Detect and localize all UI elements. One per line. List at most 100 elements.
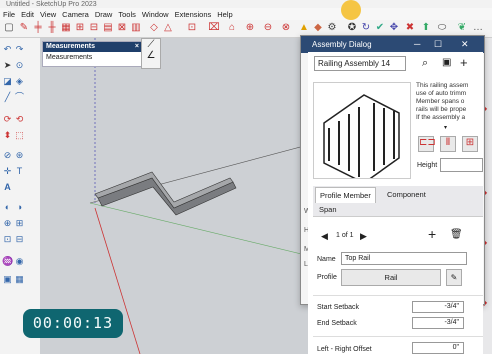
end-setback-input[interactable]: -3/4" — [412, 317, 464, 329]
floor-tool-icon[interactable]: ⊟ — [88, 22, 100, 34]
railing-tool-icon[interactable]: ⊞ — [74, 22, 86, 34]
height-input[interactable] — [440, 158, 483, 172]
compass-icon[interactable]: ✪ — [346, 22, 358, 34]
dialog-titlebar[interactable]: Assembly Dialog ─ ☐ ✕ — [301, 36, 484, 53]
assembly-name-field[interactable]: Railing Assembly 14 — [314, 56, 406, 71]
menu-draw[interactable]: Draw — [92, 10, 116, 19]
grid-tool-icon[interactable]: ⊠ — [116, 22, 128, 34]
start-setback-label: Start Setback — [317, 304, 360, 311]
tape-measure-icon[interactable]: ⊘ — [2, 150, 13, 161]
push-pull-icon[interactable]: ⬍ — [2, 130, 13, 141]
scroll-down-icon[interactable]: ▾ — [444, 124, 447, 131]
protractor-icon[interactable]: ⊛ — [14, 150, 25, 161]
rotate-icon[interactable]: ⟳ — [2, 114, 13, 125]
option-b-icon[interactable]: Ⅱ — [440, 136, 456, 152]
name-input[interactable]: Top Rail — [341, 252, 467, 265]
section-plane-icon[interactable]: ▣ — [2, 274, 13, 285]
section-tool-icon[interactable]: ⌧ — [208, 22, 220, 34]
wall-tool-icon[interactable]: ▦ — [60, 22, 72, 34]
tab-profile-member[interactable]: Profile Member — [315, 187, 376, 203]
measurements-panel: Measurements × Measurements — [42, 41, 143, 67]
start-setback-input[interactable]: -3/4" — [412, 301, 464, 313]
minimize-icon[interactable]: ─ — [414, 36, 420, 53]
option-a-icon[interactable]: ⊏⊐ — [418, 136, 436, 152]
zoom-window-icon[interactable]: ⊞ — [14, 218, 25, 229]
menu-file[interactable]: File — [0, 10, 18, 19]
menu-camera[interactable]: Camera — [59, 10, 92, 19]
pan-icon[interactable]: ✥ — [388, 22, 400, 34]
menu-window[interactable]: Window — [139, 10, 172, 19]
prev-page-icon[interactable]: ◀ — [321, 231, 328, 242]
toolbar-more-icon[interactable]: … — [472, 22, 484, 34]
delete-icon[interactable]: ✖ — [404, 22, 416, 34]
zoom-extents-icon[interactable]: ⊡ — [2, 234, 13, 245]
arc-icon[interactable]: ⌒ — [14, 92, 25, 103]
railing-model-top[interactable] — [94, 171, 234, 209]
edit-profile-icon[interactable]: ✎ — [446, 269, 462, 286]
option-c-icon[interactable]: ⊞ — [462, 136, 478, 152]
maximize-icon[interactable]: ☐ — [434, 36, 442, 53]
stair-tool-icon[interactable]: ▤ — [102, 22, 114, 34]
follow-me-icon[interactable]: ⟲ — [14, 114, 25, 125]
lasso-icon[interactable]: ⊙ — [14, 60, 25, 71]
materials-icon[interactable]: ◆ — [312, 22, 324, 34]
end-setback-label: End Setback — [317, 320, 357, 327]
walk-icon[interactable]: ♒ — [2, 256, 13, 267]
paint-bucket-icon[interactable]: ◈ — [14, 76, 25, 87]
orbit-icon[interactable]: ↻ — [360, 22, 372, 34]
tab-span[interactable]: Span — [315, 202, 341, 217]
tab-component[interactable]: Component — [383, 187, 430, 202]
window-close-icon[interactable]: ✕ — [461, 36, 469, 53]
previous-view-icon[interactable]: ⊟ — [14, 234, 25, 245]
frame-tool-icon[interactable]: ◇ — [148, 22, 160, 34]
beam-tool-icon[interactable]: ▥ — [130, 22, 142, 34]
add-icon[interactable]: + — [460, 55, 468, 70]
offset-icon[interactable]: ⬚ — [14, 130, 25, 141]
export-icon[interactable]: ⬆ — [420, 22, 432, 34]
trash-icon[interactable]: 🗑 — [450, 229, 463, 240]
search-icon[interactable]: ⌕ — [422, 57, 428, 70]
ruler-tool-icon[interactable]: ╪ — [32, 22, 44, 34]
leaf-icon[interactable]: ❦ — [456, 22, 468, 34]
menu-extensions[interactable]: Extensions — [172, 10, 215, 19]
menu-view[interactable]: View — [37, 10, 59, 19]
pencil-tool-icon[interactable]: ✎ — [18, 22, 30, 34]
measurements-label: Measurements — [46, 54, 93, 61]
hip-tool-icon[interactable]: ⊕ — [244, 22, 256, 34]
close-icon[interactable]: × — [135, 42, 139, 52]
warning-icon[interactable]: ▲ — [298, 22, 310, 34]
select-tool-icon[interactable]: ▢ — [3, 22, 15, 34]
redo-icon[interactable]: ↷ — [14, 44, 25, 55]
line-icon[interactable]: ╱ — [2, 92, 13, 103]
section-display-icon[interactable]: ▦ — [14, 274, 25, 285]
eraser-icon[interactable]: ◪ — [2, 76, 13, 87]
measure-icon[interactable]: ⟋ — [142, 39, 160, 50]
menu-tools[interactable]: Tools — [115, 10, 139, 19]
look-around-icon[interactable]: ◉ — [14, 256, 25, 267]
angle-icon[interactable]: ∠ — [142, 50, 160, 61]
truss-tool-icon[interactable]: △ — [162, 22, 174, 34]
menu-help[interactable]: Help — [214, 10, 235, 19]
pan-tool-icon[interactable]: ◑ — [14, 202, 25, 213]
next-page-icon[interactable]: ▶ — [360, 231, 367, 242]
toggle-icon[interactable]: ⬭ — [436, 22, 448, 34]
zoom-icon[interactable]: ⊕ — [2, 218, 13, 229]
profile-button[interactable]: Rail — [341, 269, 441, 286]
3d-text-icon[interactable]: A — [2, 182, 13, 193]
text-icon[interactable]: T — [14, 166, 25, 177]
measure-tool-icon[interactable]: ⊡ — [186, 22, 198, 34]
save-icon[interactable]: ▣ — [442, 57, 451, 68]
undo-icon[interactable]: ↶ — [2, 44, 13, 55]
settings-icon[interactable]: ⚙ — [326, 22, 338, 34]
orbit-tool-icon[interactable]: ◐ — [2, 202, 13, 213]
roof-tool-icon[interactable]: ⌂ — [226, 22, 238, 34]
menu-edit[interactable]: Edit — [18, 10, 37, 19]
dimension-tool-icon[interactable]: ╫ — [46, 22, 58, 34]
rafter-tool-icon[interactable]: ⊖ — [262, 22, 274, 34]
add-member-icon[interactable]: + — [428, 226, 436, 242]
arrow-select-icon[interactable]: ➤ — [2, 60, 13, 71]
axes-icon[interactable]: ✛ — [2, 166, 13, 177]
stud-tool-icon[interactable]: ⊗ — [280, 22, 292, 34]
check-icon[interactable]: ✔ — [374, 22, 386, 34]
lr-offset-input[interactable]: 0" — [412, 342, 464, 354]
